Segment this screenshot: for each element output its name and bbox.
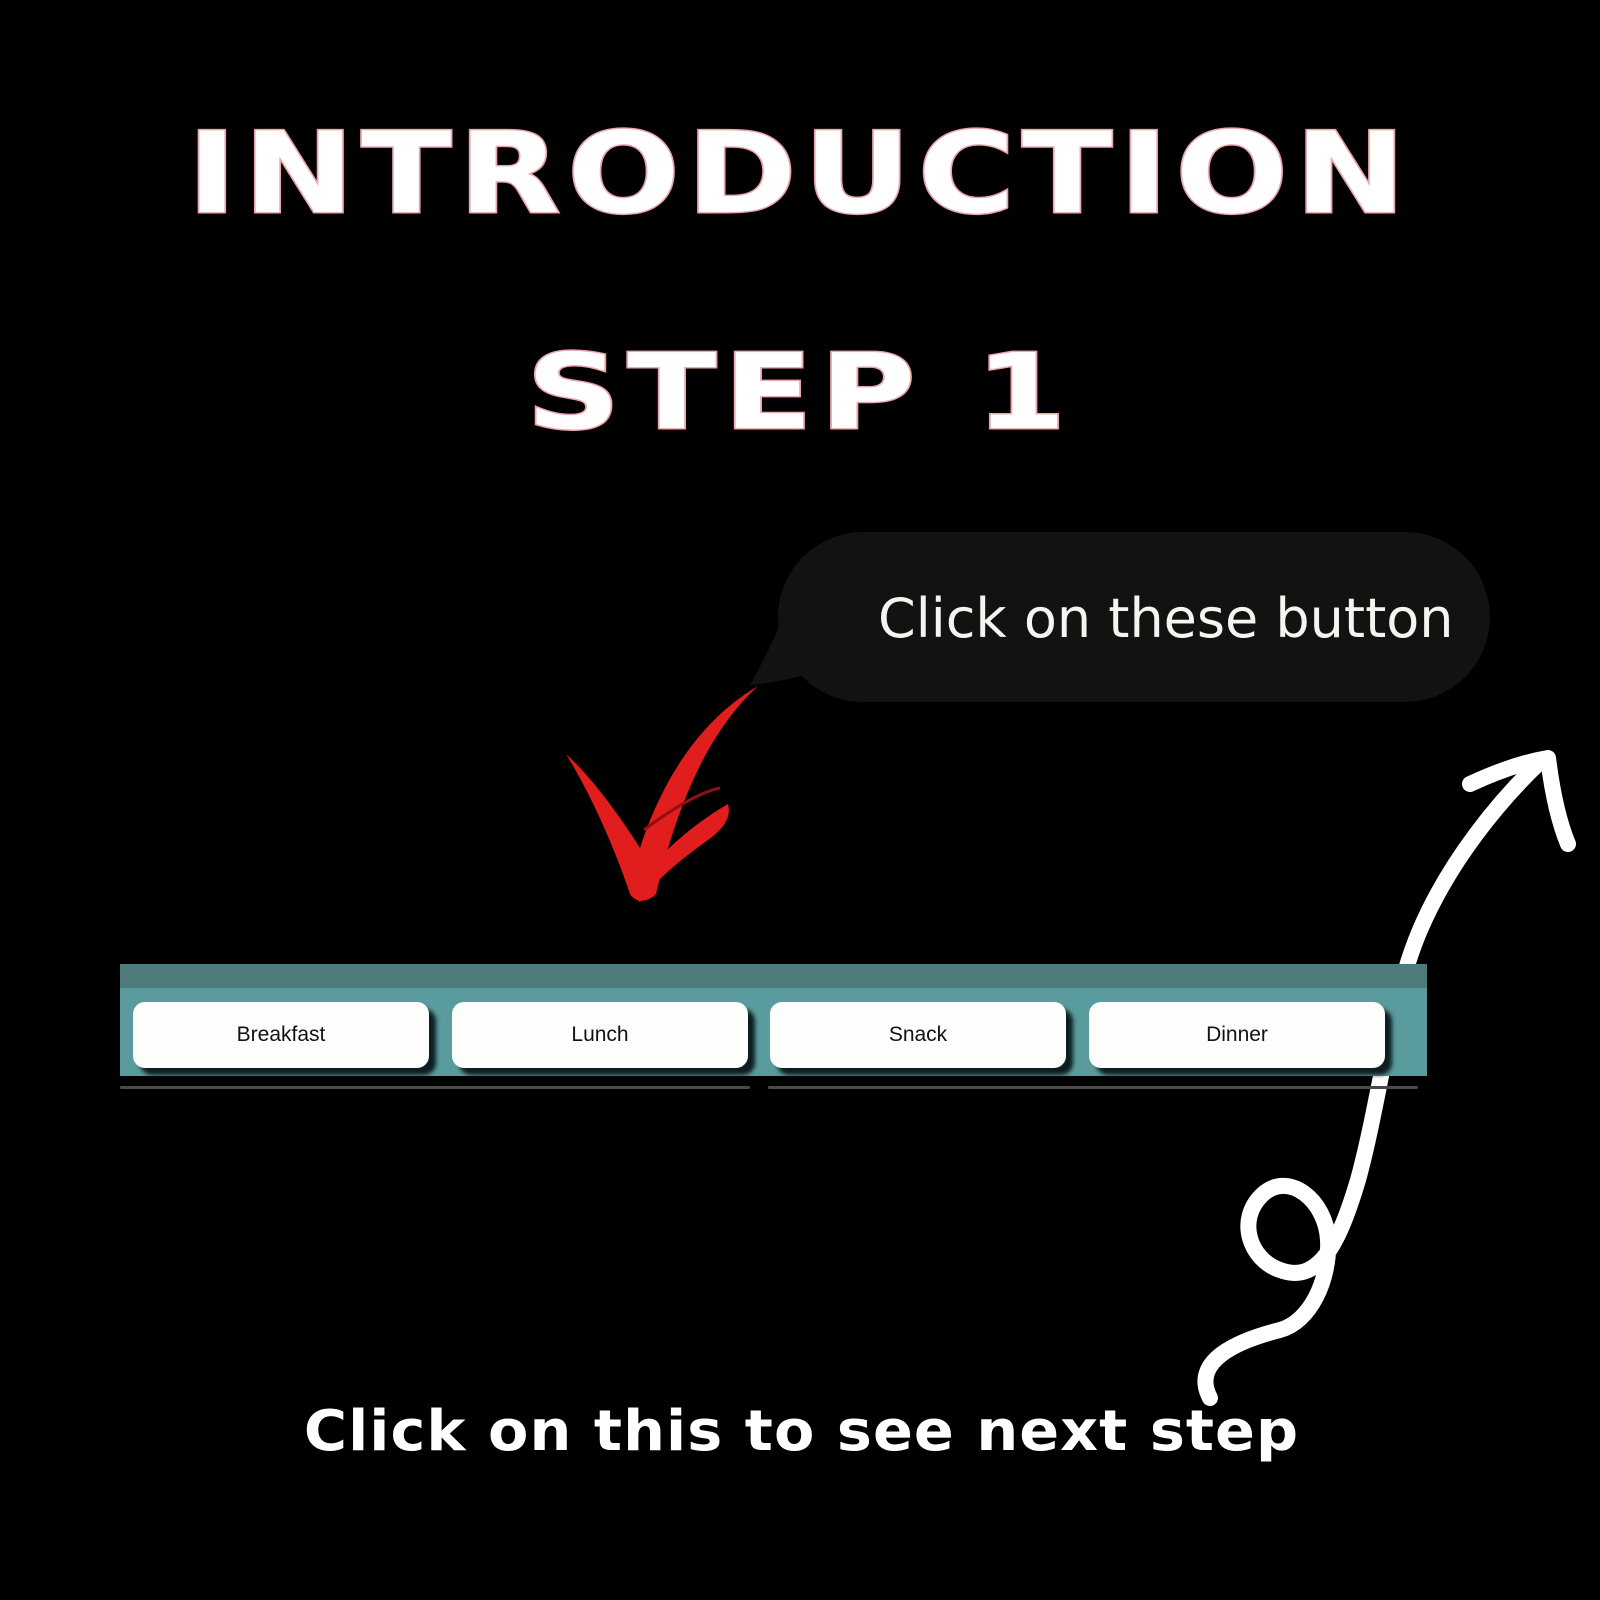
- divider-line: [120, 1086, 750, 1089]
- curly-up-arrow-icon: [1197, 750, 1576, 1406]
- dinner-button[interactable]: Dinner: [1089, 1002, 1385, 1068]
- snack-button[interactable]: Snack: [770, 1002, 1066, 1068]
- page-title: INTRODUCTION: [186, 109, 1413, 239]
- lunch-button[interactable]: Lunch: [452, 1002, 748, 1068]
- down-arrow-icon: [566, 686, 758, 902]
- next-step-link[interactable]: Click on this to see next step: [0, 1404, 1600, 1460]
- breakfast-button[interactable]: Breakfast: [133, 1002, 429, 1068]
- speech-bubble-text: Click on these button: [878, 587, 1454, 650]
- menu-divider: [120, 1086, 1427, 1094]
- step-title: STEP 1: [525, 331, 1074, 453]
- divider-line: [768, 1086, 1418, 1089]
